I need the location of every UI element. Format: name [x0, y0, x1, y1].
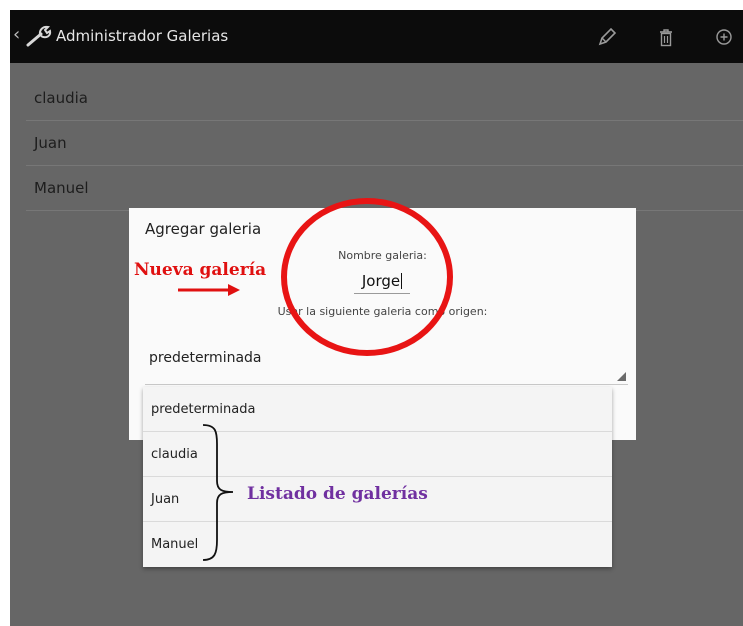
back-chevron-icon[interactable]: ‹: [13, 24, 20, 45]
origin-gallery-label: Usar la siguiente galeria como origen:: [277, 305, 488, 318]
list-item[interactable]: Juan: [26, 121, 743, 166]
pencil-icon[interactable]: [595, 25, 619, 49]
dropdown-option[interactable]: Manuel: [143, 522, 612, 567]
app-screen: ‹ Administrador Galerias claudia Juan Ma…: [10, 10, 743, 626]
spinner-dropdown-icon: [617, 372, 626, 381]
add-circle-icon[interactable]: [712, 25, 736, 49]
annotation-new-gallery: Nueva galería: [134, 260, 267, 280]
dropdown-option[interactable]: claudia: [143, 432, 612, 477]
gallery-name-value: Jorge: [361, 272, 401, 290]
trash-icon[interactable]: [654, 25, 678, 49]
dialog-title: Agregar galeria: [145, 220, 262, 238]
annotation-gallery-list: Listado de galerías: [247, 484, 428, 504]
gallery-name-input[interactable]: Jorge: [354, 271, 410, 294]
spinner-selected-value: predeterminada: [149, 350, 262, 366]
origin-gallery-spinner[interactable]: predeterminada: [145, 342, 628, 385]
origin-gallery-dropdown: predeterminada claudia Juan Manuel: [143, 387, 612, 567]
action-bar: ‹ Administrador Galerias: [10, 10, 743, 63]
list-item[interactable]: claudia: [26, 76, 743, 121]
gallery-list: claudia Juan Manuel: [26, 76, 743, 211]
list-item[interactable]: Manuel: [26, 166, 743, 211]
wrench-icon[interactable]: [26, 25, 54, 47]
dropdown-option[interactable]: predeterminada: [143, 387, 612, 432]
text-cursor: [401, 273, 403, 289]
action-bar-title: Administrador Galerias: [56, 27, 229, 45]
